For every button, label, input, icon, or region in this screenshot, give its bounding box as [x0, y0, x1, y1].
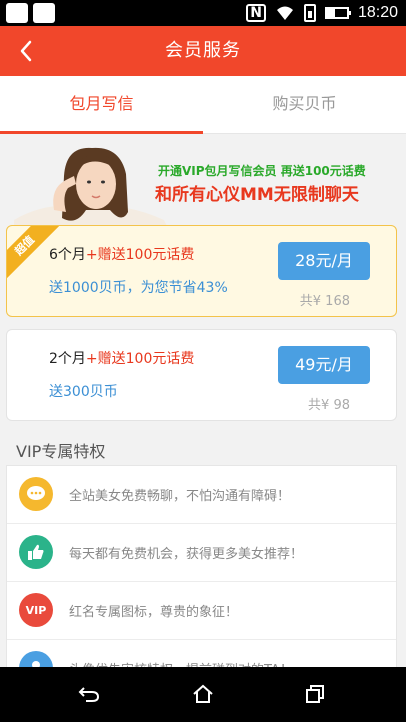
plan-bonus-label: +赠送100元话费 [85, 351, 195, 367]
status-bar: N 18:20 [0, 0, 406, 26]
perk-text: 红名专属图标，尊贵的象征！ [69, 605, 239, 620]
banner-title: 和所有心仪MM无限制聊天 [155, 185, 359, 205]
plan-card-6-months[interactable]: 超值 6个月+赠送100元话费 送1000贝币，为您节省43% 28元/月 共¥… [6, 225, 397, 317]
status-icons: N 18:20 [246, 0, 398, 26]
plan-months-label: 6个月 [49, 247, 86, 263]
wifi-icon [276, 6, 293, 20]
tab-monthly-letters[interactable]: 包月写信 [0, 76, 203, 134]
plan-description: 送1000贝币，为您节省43% [49, 280, 228, 296]
list-item: VIP 红名专属图标，尊贵的象征！ [7, 582, 396, 640]
battery-icon [324, 7, 351, 19]
notification-area [6, 3, 55, 23]
tab-bar: 包月写信 购买贝币 [0, 76, 406, 134]
perk-list: 全站美女免费畅聊，不怕沟通有障碍！ 每天都有免费机会，获得更多美女推荐！ VIP… [6, 465, 397, 699]
plan-duration: 6个月+赠送100元话费 [49, 244, 194, 264]
section-title: VIP专属特权 [16, 442, 106, 461]
price-button[interactable]: 49元/月 [278, 346, 370, 384]
thumbs-up-icon [19, 535, 53, 569]
promo-banner: 开通VIP包月写信会员 再送100元话费 和所有心仪MM无限制聊天 [0, 134, 406, 226]
sim-icon [303, 4, 316, 22]
plan-months-label: 2个月 [49, 351, 86, 367]
list-item: 每天都有免费机会，获得更多美女推荐！ [7, 524, 396, 582]
page-title: 会员服务 [165, 40, 241, 61]
notification-box-icon [33, 3, 55, 23]
vip-badge-icon: VIP [19, 593, 53, 627]
back-nav-icon[interactable] [74, 680, 104, 708]
tab-buy-coins[interactable]: 购买贝币 [203, 76, 406, 134]
price-button[interactable]: 28元/月 [278, 242, 370, 280]
nfc-icon: N [246, 4, 266, 22]
plan-total-price: 共¥ 168 [299, 294, 350, 309]
notification-box-icon [6, 3, 28, 23]
plan-card-2-months[interactable]: 2个月+赠送100元话费 送300贝币 49元/月 共¥ 98 [6, 329, 397, 421]
status-time: 18:20 [357, 4, 398, 21]
chat-bubble-icon [19, 477, 53, 511]
plan-description: 送300贝币 [49, 384, 118, 400]
plan-duration: 2个月+赠送100元话费 [49, 348, 194, 368]
plan-total-price: 共¥ 98 [308, 398, 350, 413]
recents-nav-icon[interactable] [300, 680, 330, 708]
perk-text: 每天都有免费机会，获得更多美女推荐！ [69, 547, 304, 562]
home-nav-icon[interactable] [188, 680, 218, 708]
perk-text: 全站美女免费畅聊，不怕沟通有障碍！ [69, 489, 291, 504]
app-header: 会员服务 [0, 26, 406, 76]
model-photo [14, 147, 167, 226]
system-nav-bar [0, 667, 406, 722]
banner-subtitle: 开通VIP包月写信会员 再送100元话费 [158, 164, 366, 178]
plan-bonus-label: +赠送100元话费 [85, 247, 195, 263]
list-item: 全站美女免费畅聊，不怕沟通有障碍！ [7, 466, 396, 524]
back-button[interactable] [8, 33, 44, 69]
chevron-left-icon [20, 40, 32, 62]
